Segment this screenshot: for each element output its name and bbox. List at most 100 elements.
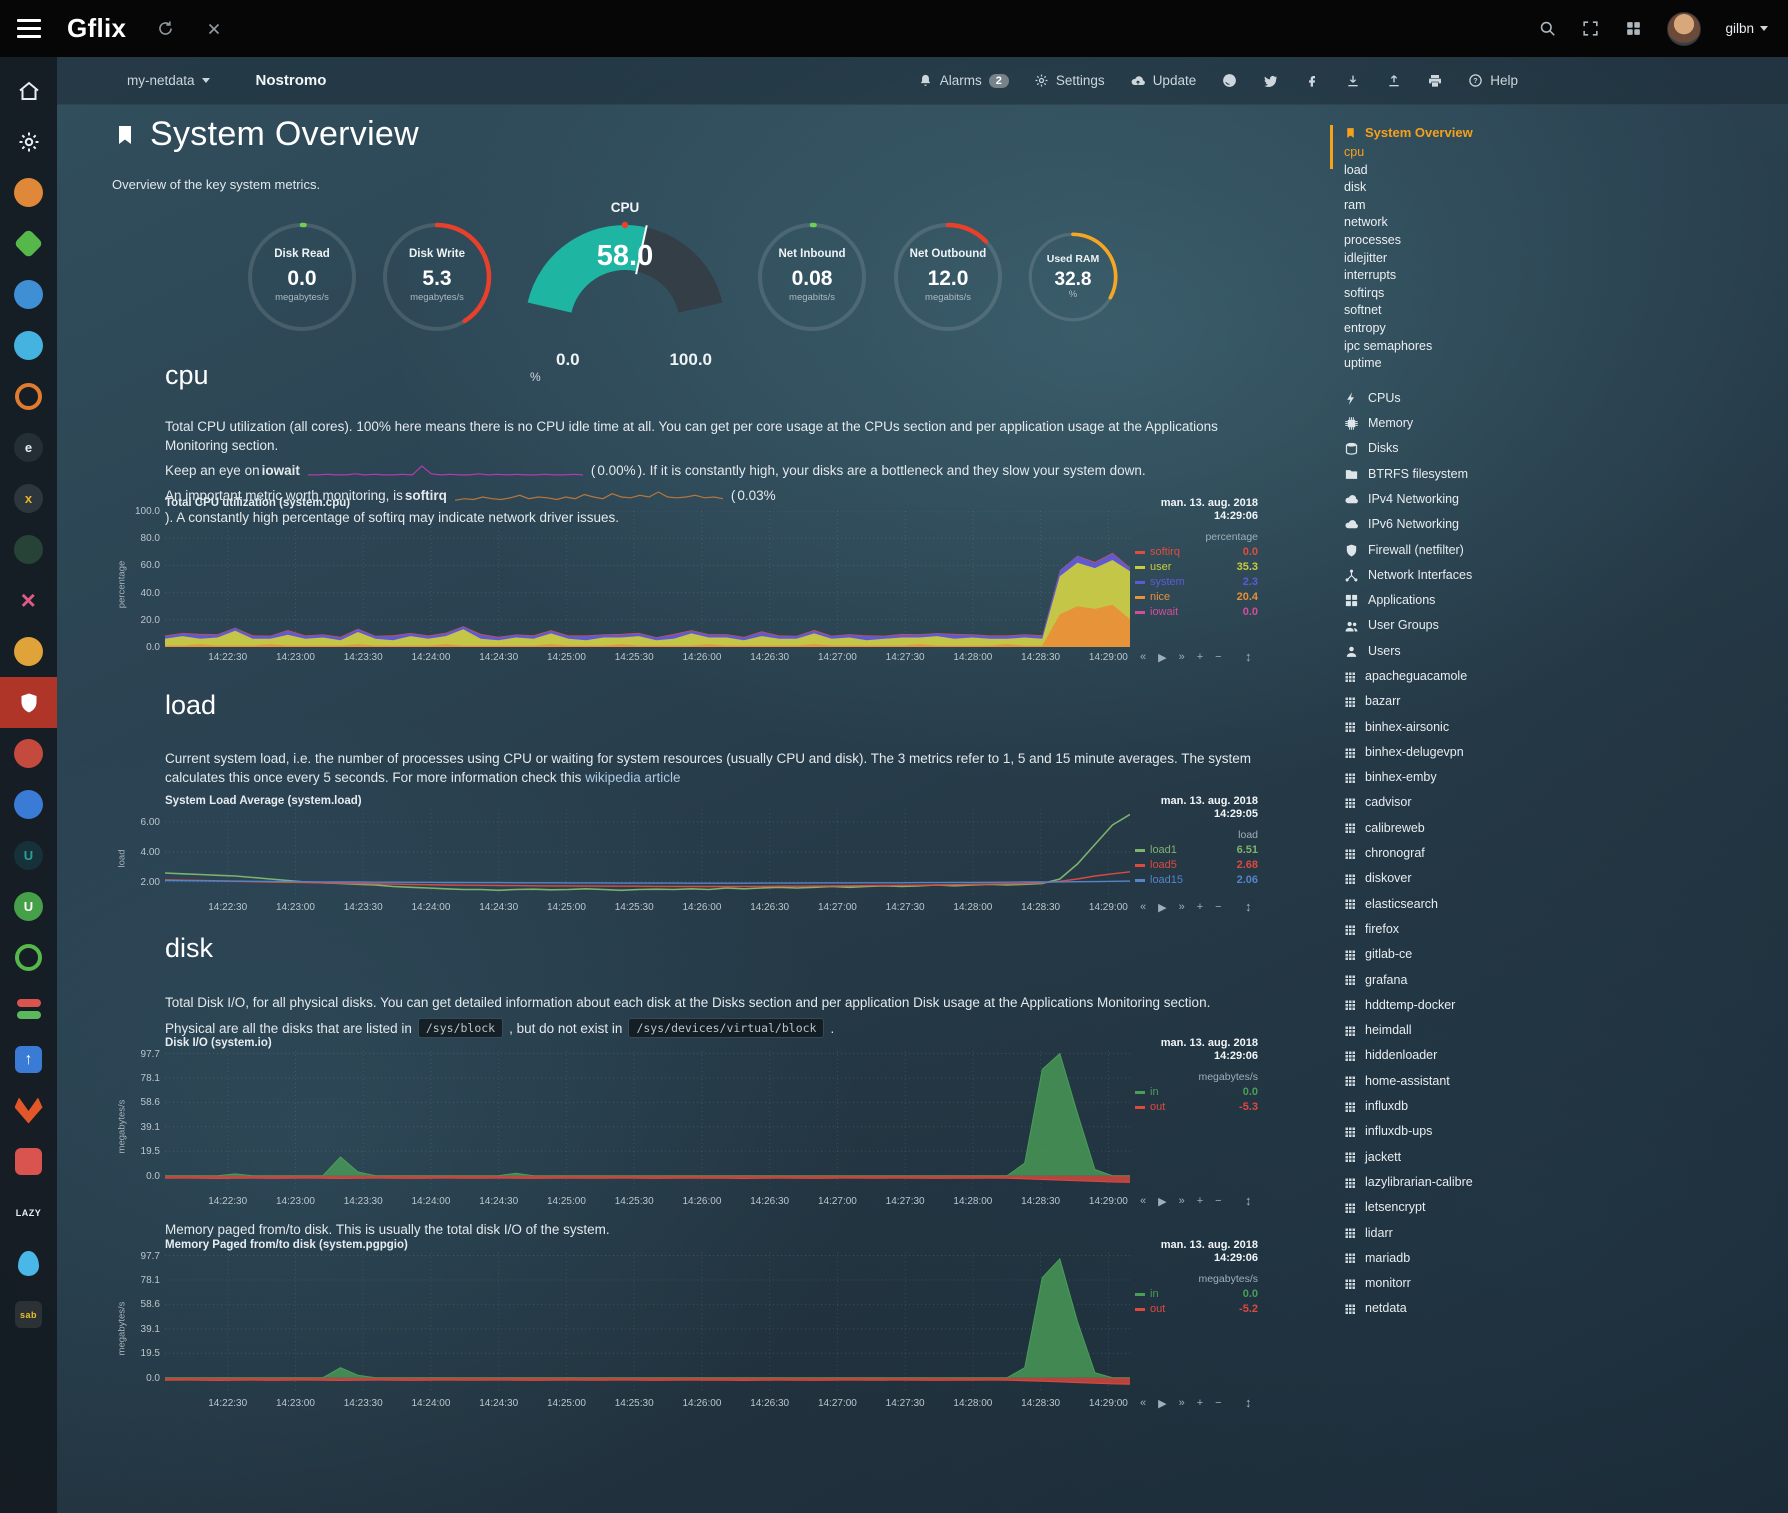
menu-item-network[interactable]: network: [1344, 214, 1565, 232]
legend-row-iowait[interactable]: iowait0.0: [1135, 606, 1258, 618]
download-icon[interactable]: [1345, 73, 1361, 89]
sidebar-item-app-blue-upload[interactable]: ↑: [0, 1034, 57, 1085]
refresh-icon[interactable]: [156, 19, 175, 38]
zoom-in-icon[interactable]: +: [1197, 1397, 1203, 1410]
menu-app-elasticsearch[interactable]: elasticsearch: [1344, 892, 1565, 917]
sidebar-item-app-blue-bars[interactable]: [0, 320, 57, 371]
search-icon[interactable]: [1538, 19, 1557, 38]
chart-resize-handle[interactable]: ↕: [1245, 899, 1252, 914]
close-tab-icon[interactable]: [205, 20, 223, 38]
play-icon[interactable]: ▶: [1158, 1397, 1166, 1410]
sidebar-item-app-active-red[interactable]: [0, 677, 57, 728]
pan-left-icon[interactable]: «: [1140, 651, 1146, 664]
chart-toolbar[interactable]: «▶»+−: [1140, 1397, 1222, 1410]
legend-row-system[interactable]: system2.3: [1135, 576, 1258, 588]
menu-app-bazarr[interactable]: bazarr: [1344, 689, 1565, 714]
sidebar-item-app-dark-round[interactable]: e: [0, 422, 57, 473]
zoom-in-icon[interactable]: +: [1197, 1195, 1203, 1208]
legend-row-in[interactable]: in0.0: [1135, 1288, 1258, 1300]
menu-section-ipv4-networking[interactable]: IPv4 Networking: [1344, 487, 1565, 512]
play-icon[interactable]: ▶: [1158, 651, 1166, 664]
sidebar-item-app-pink-x[interactable]: ×: [0, 575, 57, 626]
sidebar-item-app-orange-ring[interactable]: [0, 371, 57, 422]
legend-row-nice[interactable]: nice20.4: [1135, 591, 1258, 603]
gauge-used-ram[interactable]: Used RAM32.8%: [1027, 231, 1119, 323]
sidebar-item-app-green-u[interactable]: U: [0, 881, 57, 932]
menu-section-network-interfaces[interactable]: Network Interfaces: [1344, 563, 1565, 588]
sidebar-item-home[interactable]: [0, 65, 57, 116]
legend-row-load1[interactable]: load16.51: [1135, 844, 1258, 856]
pan-right-icon[interactable]: »: [1179, 651, 1185, 664]
menu-app-chronograf[interactable]: chronograf: [1344, 841, 1565, 866]
menu-app-influxdb-ups[interactable]: influxdb-ups: [1344, 1119, 1565, 1144]
sidebar-item-app-dark-amber[interactable]: x: [0, 473, 57, 524]
sidebar-item-app-red-green-pills[interactable]: [0, 983, 57, 1034]
menu-app-binhex-delugevpn[interactable]: binhex-delugevpn: [1344, 740, 1565, 765]
menu-app-netdata[interactable]: netdata: [1344, 1296, 1565, 1321]
chart-plot[interactable]: [165, 511, 1130, 647]
zoom-out-icon[interactable]: −: [1215, 1195, 1221, 1208]
facebook-icon[interactable]: [1304, 73, 1320, 89]
menu-section-ipv6-networking[interactable]: IPv6 Networking: [1344, 512, 1565, 537]
menu-app-influxdb[interactable]: influxdb: [1344, 1094, 1565, 1119]
menu-item-softnet[interactable]: softnet: [1344, 302, 1565, 320]
avatar[interactable]: [1667, 12, 1701, 46]
chart-resize-handle[interactable]: ↕: [1245, 1395, 1252, 1410]
menu-section-memory[interactable]: Memory: [1344, 411, 1565, 436]
zoom-out-icon[interactable]: −: [1215, 1397, 1221, 1410]
sidebar-item-app-dark-green[interactable]: [0, 524, 57, 575]
menu-app-letsencrypt[interactable]: letsencrypt: [1344, 1195, 1565, 1220]
menu-item-ram[interactable]: ram: [1344, 197, 1565, 215]
hostname[interactable]: Nostromo: [256, 72, 327, 89]
menu-app-mariadb[interactable]: mariadb: [1344, 1246, 1565, 1271]
sidebar-item-app-orange-round[interactable]: [0, 167, 57, 218]
menu-item-uptime[interactable]: uptime: [1344, 355, 1565, 373]
menu-item-ipc-semaphores[interactable]: ipc semaphores: [1344, 338, 1565, 356]
fullscreen-icon[interactable]: [1581, 19, 1600, 38]
menu-app-lidarr[interactable]: lidarr: [1344, 1221, 1565, 1246]
pan-right-icon[interactable]: »: [1179, 901, 1185, 914]
server-dropdown[interactable]: my-netdata: [127, 73, 210, 88]
chart-plot[interactable]: [165, 1253, 1130, 1393]
gauge-disk-read[interactable]: Disk Read0.0megabytes/s: [246, 221, 358, 333]
menu-section-cpus[interactable]: CPUs: [1344, 386, 1565, 411]
sidebar-item-app-blue-stack[interactable]: [0, 269, 57, 320]
menu-app-binhex-airsonic[interactable]: binhex-airsonic: [1344, 715, 1565, 740]
menu-app-home-assistant[interactable]: home-assistant: [1344, 1069, 1565, 1094]
chart-resize-handle[interactable]: ↕: [1245, 649, 1252, 664]
legend-row-out[interactable]: out-5.2: [1135, 1303, 1258, 1315]
gauge-net-outbound[interactable]: Net Outbound12.0megabits/s: [892, 221, 1004, 333]
print-icon[interactable]: [1427, 73, 1443, 89]
gauge-cpu[interactable]: CPU58.00.0100.0%: [520, 200, 730, 385]
legend-row-load5[interactable]: load52.68: [1135, 859, 1258, 871]
gauge-net-inbound[interactable]: Net Inbound0.08megabits/s: [756, 221, 868, 333]
apps-grid-icon[interactable]: [1624, 19, 1643, 38]
upload-icon[interactable]: [1386, 73, 1402, 89]
sidebar-item-app-lazylibrarian[interactable]: LAZY: [0, 1187, 57, 1238]
settings-button[interactable]: Settings: [1034, 73, 1105, 88]
sidebar-item-settings[interactable]: [0, 116, 57, 167]
menu-app-firefox[interactable]: firefox: [1344, 917, 1565, 942]
update-button[interactable]: Update: [1130, 73, 1197, 89]
pan-right-icon[interactable]: »: [1179, 1195, 1185, 1208]
menu-app-hddtemp-docker[interactable]: hddtemp-docker: [1344, 993, 1565, 1018]
menu-app-binhex-emby[interactable]: binhex-emby: [1344, 765, 1565, 790]
play-icon[interactable]: ▶: [1158, 1195, 1166, 1208]
wikipedia-link[interactable]: wikipedia article: [585, 770, 680, 785]
pan-left-icon[interactable]: «: [1140, 1397, 1146, 1410]
menu-app-jackett[interactable]: jackett: [1344, 1145, 1565, 1170]
zoom-out-icon[interactable]: −: [1215, 901, 1221, 914]
menu-section-applications[interactable]: Applications: [1344, 588, 1565, 613]
help-button[interactable]: Help: [1468, 73, 1518, 88]
sidebar-item-app-dark-ring[interactable]: [0, 932, 57, 983]
sidebar-item-app-sabnzbd[interactable]: sab: [0, 1289, 57, 1340]
zoom-out-icon[interactable]: −: [1215, 651, 1221, 664]
zoom-in-icon[interactable]: +: [1197, 901, 1203, 914]
legend-row-softirq[interactable]: softirq0.0: [1135, 546, 1258, 558]
menu-app-grafana[interactable]: grafana: [1344, 968, 1565, 993]
iowait-sparkline[interactable]: [308, 463, 583, 478]
chart-plot[interactable]: [165, 1051, 1130, 1191]
menu-app-monitorr[interactable]: monitorr: [1344, 1271, 1565, 1296]
menu-app-heimdall[interactable]: heimdall: [1344, 1018, 1565, 1043]
menu-item-load[interactable]: load: [1344, 162, 1565, 180]
